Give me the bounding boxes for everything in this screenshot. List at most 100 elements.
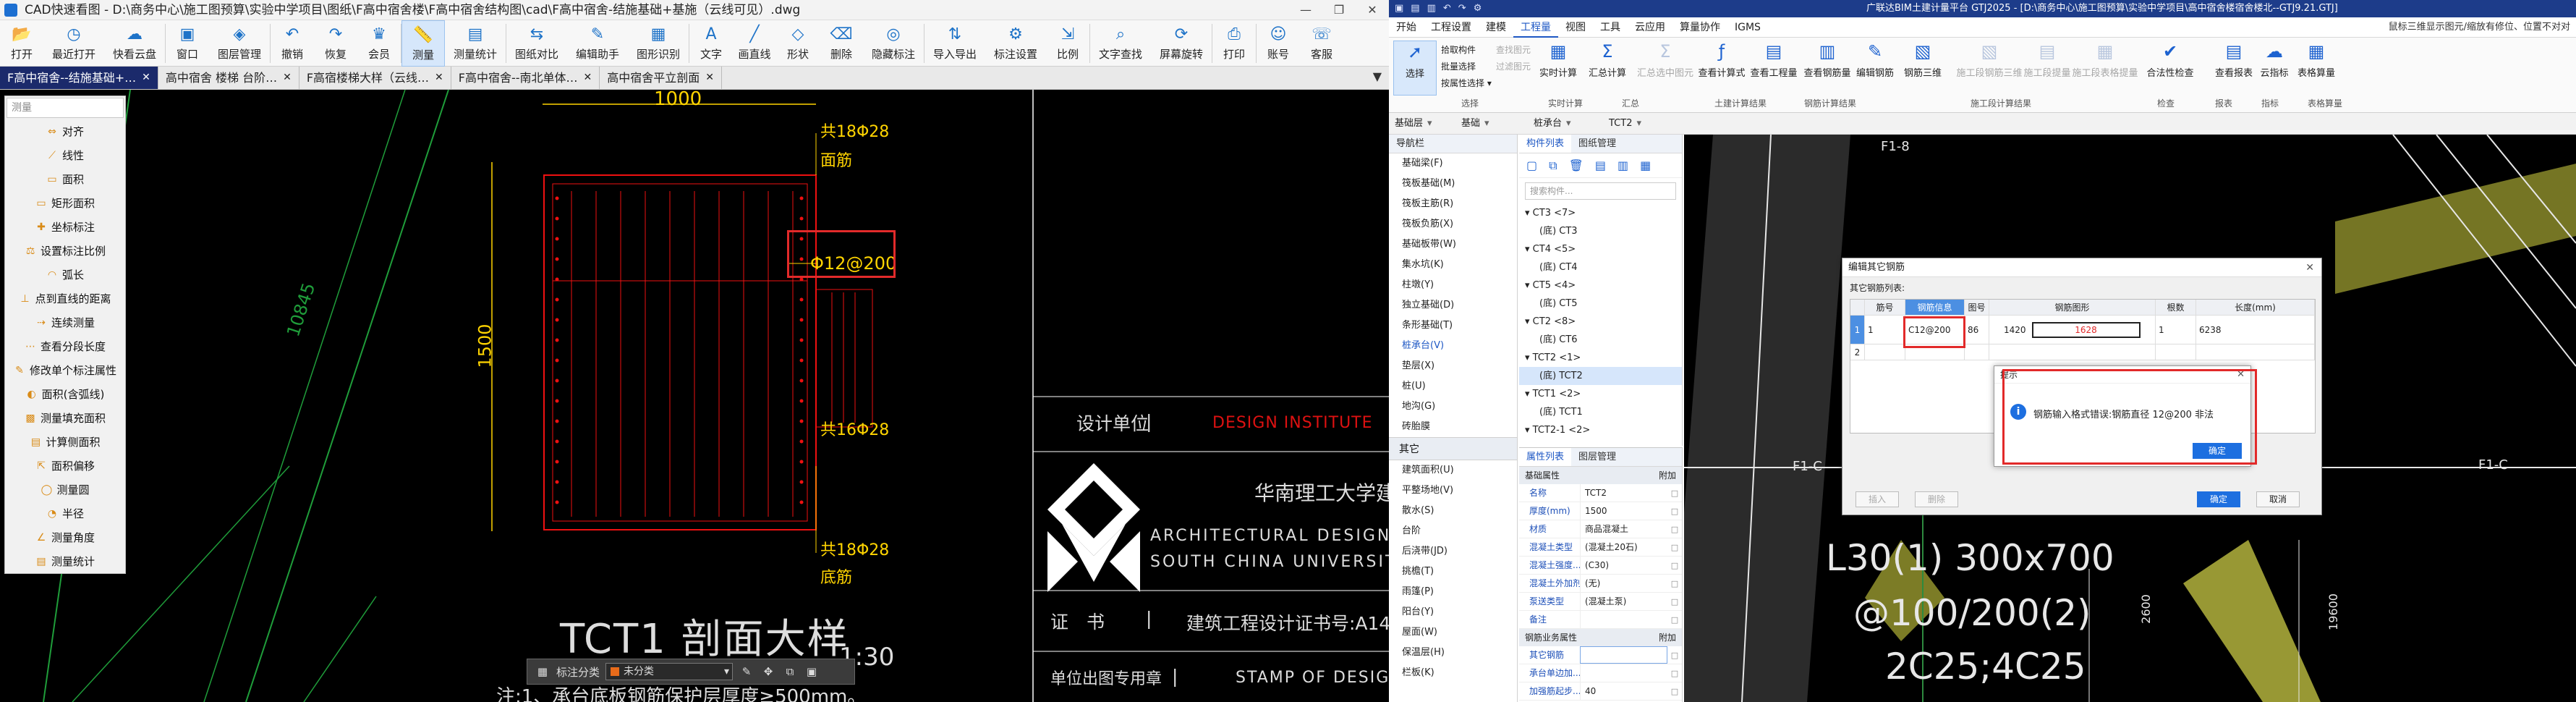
nav-item[interactable]: 屋面(W)	[1389, 622, 1517, 643]
insert-button[interactable]: 插入	[1856, 491, 1899, 507]
close-icon[interactable]: ✕	[283, 67, 292, 89]
property-value[interactable]: 1500	[1580, 502, 1667, 520]
ribbon-sum-select-button[interactable]: Σ 汇总选中图元	[1637, 41, 1693, 79]
tool-item[interactable]: ⋯ 查看分段长度	[5, 334, 125, 358]
property-value[interactable]: 40	[1580, 682, 1667, 700]
menu-item[interactable]: 工程设置	[1424, 17, 1479, 38]
ribbon-support-button[interactable]: ☏ 客服	[1300, 20, 1343, 67]
tree-item[interactable]: ▾ CT4 <5>	[1519, 240, 1682, 258]
ribbon-clock-button[interactable]: ◷ 最近打开	[43, 20, 104, 67]
property-row[interactable]: 备注 □	[1519, 611, 1682, 629]
close-icon[interactable]: ✕	[705, 67, 714, 89]
tool-item[interactable]: ✎ 修改单个标注属性	[5, 358, 125, 382]
component-tab[interactable]: 图纸管理	[1571, 135, 1623, 153]
ribbon-text-button[interactable]: A 文字	[689, 20, 733, 67]
ribbon-table-qty-button[interactable]: ▦ 表格算量	[2295, 41, 2338, 79]
close-icon[interactable]: ✕	[584, 67, 592, 89]
select-option[interactable]: 拾取构件	[1441, 43, 1492, 56]
ribbon-edit-assist-button[interactable]: ✎ 编辑助手	[567, 20, 628, 67]
delete-button[interactable]: 删除	[1915, 491, 1958, 507]
tool-item[interactable]: ◔ 半径	[5, 502, 125, 525]
ribbon-calc-button[interactable]: ▦ 实时计算	[1536, 41, 1580, 79]
tool-item[interactable]: ◠ 弧长	[5, 263, 125, 287]
checkbox-icon[interactable]: □	[1667, 520, 1682, 538]
floor-filter-select[interactable]: 桩承台 ▾	[1531, 117, 1571, 131]
nav-item[interactable]: 雨篷(P)	[1389, 582, 1517, 602]
ribbon-cloud-button[interactable]: ☁ 快看云盘	[104, 20, 165, 67]
nav-item[interactable]: 阳台(Y)	[1389, 602, 1517, 622]
find-option[interactable]: 过滤图元	[1496, 60, 1531, 72]
ribbon-layers-button[interactable]: ◈ 图层管理	[209, 20, 270, 67]
settings-icon[interactable]: ⚙	[1474, 0, 1482, 17]
menu-item[interactable]: IGMS	[1727, 17, 1768, 38]
tree-item[interactable]: ▾ CT2 <8>	[1519, 313, 1682, 331]
undo-icon[interactable]: ↶	[1443, 0, 1451, 17]
tool-item[interactable]: ⟋ 线性	[5, 143, 125, 167]
save-icon[interactable]: ▥	[1427, 0, 1436, 17]
nav-item[interactable]: 散水(S)	[1389, 501, 1517, 521]
menu-item[interactable]: 建模	[1479, 17, 1513, 38]
checkbox-icon[interactable]: □	[1667, 682, 1682, 700]
nav-item[interactable]: 基础板带(W)	[1389, 234, 1517, 255]
nav-item[interactable]: 栏板(K)	[1389, 663, 1517, 683]
edit-icon[interactable]: ✎	[739, 665, 754, 678]
component-tab[interactable]: 构件列表	[1519, 135, 1572, 153]
nav-item[interactable]: 建筑面积(U)	[1389, 460, 1517, 481]
paste-icon[interactable]: ▣	[804, 665, 820, 678]
filter-icon[interactable]: ▥	[1618, 158, 1628, 172]
ribbon-line-button[interactable]: ╱ 画直线	[733, 20, 776, 67]
tool-item[interactable]: ▭ 矩形面积	[5, 191, 125, 215]
checkbox-icon[interactable]: □	[1667, 593, 1682, 610]
checkbox-icon[interactable]: □	[1667, 611, 1682, 628]
property-row[interactable]: 材质 商品混凝土 □	[1519, 520, 1682, 538]
property-row[interactable]: 加强筋起步... 40 □	[1519, 682, 1682, 701]
ribbon-hide-button[interactable]: ◎ 隐藏标注	[863, 20, 924, 67]
ribbon-rebar-3d-button[interactable]: ▧ 钢筋三维	[1901, 41, 1944, 79]
property-value[interactable]: (混凝土泵)	[1580, 593, 1667, 610]
bar-shape-cell[interactable]: 1420 1628	[1989, 316, 2156, 344]
expand-icon[interactable]: ▾	[1525, 280, 1533, 291]
cancel-button[interactable]: 取消	[2256, 491, 2300, 507]
property-tab[interactable]: 图层管理	[1571, 448, 1623, 466]
expand-icon[interactable]: ▾	[1525, 316, 1533, 327]
count-cell[interactable]: 1	[2156, 316, 2196, 344]
property-value[interactable]: (混凝土20石)	[1580, 538, 1667, 556]
property-value[interactable]: 商品混凝土	[1580, 520, 1667, 538]
tree-item[interactable]: ▾ TCT1 <2>	[1519, 385, 1682, 403]
ribbon-seg-qty-button[interactable]: ▤ 施工段提量	[2024, 41, 2071, 79]
ribbon-folder-button[interactable]: 📂 打开	[0, 20, 43, 67]
tab-document[interactable]: 高中宿舍 楼梯 台阶… ✕	[158, 67, 299, 89]
tool-item[interactable]: ∠ 测量角度	[5, 525, 125, 549]
tool-item[interactable]: ⇱ 面积偏移	[5, 454, 125, 478]
minimize-icon[interactable]: —	[1289, 0, 1322, 20]
ribbon-settings-button[interactable]: ⚙ 标注设置	[985, 20, 1046, 67]
ribbon-report-button[interactable]: ▤ 查看报表	[2212, 41, 2256, 79]
ribbon-seg-table-button[interactable]: ▦ 施工段表格提量	[2073, 41, 2138, 79]
property-row[interactable]: 混凝土外加剂 (无) □	[1519, 575, 1682, 593]
nav-item[interactable]: 独立基础(D)	[1389, 295, 1517, 316]
property-value[interactable]	[1580, 646, 1667, 664]
tree-item[interactable]: (底) CT5	[1519, 295, 1682, 313]
ribbon-seg-3d-button[interactable]: ▧ 施工段钢筋三维	[1957, 41, 2023, 79]
nav-item[interactable]: 挑檐(T)	[1389, 562, 1517, 582]
ok-button[interactable]: 确定	[2197, 491, 2240, 507]
property-value[interactable]	[1580, 664, 1667, 682]
checkbox-icon[interactable]: □	[1667, 484, 1682, 502]
close-icon[interactable]: ✕	[142, 67, 150, 89]
tool-search-input[interactable]: 测量	[7, 98, 124, 118]
new-icon[interactable]: ▣	[1395, 0, 1403, 17]
nav-item[interactable]: 筏板基础(M)	[1389, 174, 1517, 194]
property-row[interactable]: 泵送类型 (混凝土泵) □	[1519, 593, 1682, 611]
menu-item[interactable]: 工程量	[1513, 17, 1558, 38]
checkbox-icon[interactable]: □	[1667, 664, 1682, 682]
ribbon-check-button[interactable]: ✔ 合法性检查	[2147, 41, 2194, 79]
select-option[interactable]: 按属性选择 ▾	[1441, 77, 1492, 89]
tree-item[interactable]: ▾ CT3 <7>	[1519, 204, 1682, 222]
ribbon-rebar-edit-button[interactable]: ✎ 编辑钢筋	[1853, 41, 1897, 79]
select-option[interactable]: 批量选择	[1441, 60, 1492, 72]
property-row[interactable]: 名称 TCT2 □	[1519, 484, 1682, 502]
tool-item[interactable]: ⇔ 对齐	[5, 119, 125, 143]
nav-item[interactable]: 条形基础(T)	[1389, 316, 1517, 336]
ribbon-compare-button[interactable]: ⇆ 图纸对比	[506, 20, 567, 67]
menu-item[interactable]: 视图	[1558, 17, 1593, 38]
